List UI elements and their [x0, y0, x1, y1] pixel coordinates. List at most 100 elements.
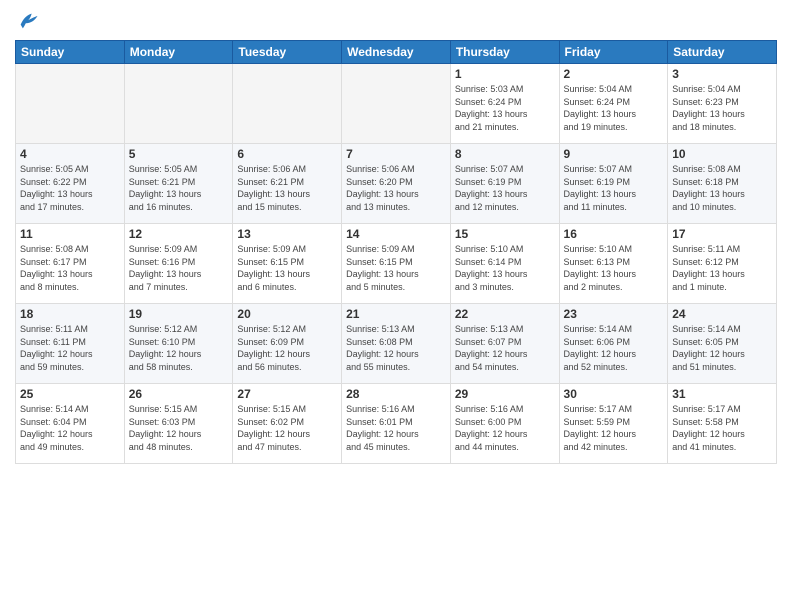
- calendar-cell: 1 Sunrise: 5:03 AM Sunset: 6:24 PM Daylig…: [450, 64, 559, 144]
- day-info: Sunrise: 5:15 AM Sunset: 6:03 PM Dayligh…: [129, 403, 229, 453]
- day-number: 31: [672, 387, 772, 401]
- day-number: 28: [346, 387, 446, 401]
- calendar-header-row: SundayMondayTuesdayWednesdayThursdayFrid…: [16, 41, 777, 64]
- day-number: 12: [129, 227, 229, 241]
- day-info: Sunrise: 5:06 AM Sunset: 6:20 PM Dayligh…: [346, 163, 446, 213]
- day-number: 30: [564, 387, 664, 401]
- calendar-cell: [124, 64, 233, 144]
- calendar-week-1: 1 Sunrise: 5:03 AM Sunset: 6:24 PM Daylig…: [16, 64, 777, 144]
- day-info: Sunrise: 5:14 AM Sunset: 6:05 PM Dayligh…: [672, 323, 772, 373]
- day-info: Sunrise: 5:06 AM Sunset: 6:21 PM Dayligh…: [237, 163, 337, 213]
- day-number: 29: [455, 387, 555, 401]
- calendar-week-3: 11Sunrise: 5:08 AM Sunset: 6:17 PM Dayli…: [16, 224, 777, 304]
- calendar-cell: 26 Sunrise: 5:15 AM Sunset: 6:03 PM Dayli…: [124, 384, 233, 464]
- calendar-cell: 10 Sunrise: 5:08 AM Sunset: 6:18 PM Dayli…: [668, 144, 777, 224]
- day-number: 24: [672, 307, 772, 321]
- calendar-cell: 23Sunrise: 5:14 AM Sunset: 6:06 PM Dayli…: [559, 304, 668, 384]
- day-header-saturday: Saturday: [668, 41, 777, 64]
- day-number: 8: [455, 147, 555, 161]
- calendar-cell: 11Sunrise: 5:08 AM Sunset: 6:17 PM Dayli…: [16, 224, 125, 304]
- day-number: 1: [455, 67, 555, 81]
- day-info: Sunrise: 5:11 AM Sunset: 6:11 PM Dayligh…: [20, 323, 120, 373]
- day-info: Sunrise: 5:10 AM Sunset: 6:14 PM Dayligh…: [455, 243, 555, 293]
- day-number: 5: [129, 147, 229, 161]
- calendar-cell: 28 Sunrise: 5:16 AM Sunset: 6:01 PM Dayli…: [342, 384, 451, 464]
- calendar-cell: [233, 64, 342, 144]
- day-info: Sunrise: 5:05 AM Sunset: 6:22 PM Dayligh…: [20, 163, 120, 213]
- calendar-cell: 14Sunrise: 5:09 AM Sunset: 6:15 PM Dayli…: [342, 224, 451, 304]
- day-number: 20: [237, 307, 337, 321]
- calendar-cell: 21Sunrise: 5:13 AM Sunset: 6:08 PM Dayli…: [342, 304, 451, 384]
- calendar-cell: 9 Sunrise: 5:07 AM Sunset: 6:19 PM Daylig…: [559, 144, 668, 224]
- calendar-cell: 5 Sunrise: 5:05 AM Sunset: 6:21 PM Daylig…: [124, 144, 233, 224]
- day-info: Sunrise: 5:07 AM Sunset: 6:19 PM Dayligh…: [564, 163, 664, 213]
- day-info: Sunrise: 5:13 AM Sunset: 6:08 PM Dayligh…: [346, 323, 446, 373]
- calendar-week-2: 4 Sunrise: 5:05 AM Sunset: 6:22 PM Daylig…: [16, 144, 777, 224]
- day-number: 17: [672, 227, 772, 241]
- day-number: 14: [346, 227, 446, 241]
- day-number: 3: [672, 67, 772, 81]
- day-info: Sunrise: 5:03 AM Sunset: 6:24 PM Dayligh…: [455, 83, 555, 133]
- calendar-cell: 25 Sunrise: 5:14 AM Sunset: 6:04 PM Dayli…: [16, 384, 125, 464]
- day-header-sunday: Sunday: [16, 41, 125, 64]
- calendar-cell: 19Sunrise: 5:12 AM Sunset: 6:10 PM Dayli…: [124, 304, 233, 384]
- day-info: Sunrise: 5:05 AM Sunset: 6:21 PM Dayligh…: [129, 163, 229, 213]
- day-number: 26: [129, 387, 229, 401]
- calendar-cell: 6 Sunrise: 5:06 AM Sunset: 6:21 PM Daylig…: [233, 144, 342, 224]
- logo: [15, 10, 39, 32]
- day-info: Sunrise: 5:07 AM Sunset: 6:19 PM Dayligh…: [455, 163, 555, 213]
- day-info: Sunrise: 5:17 AM Sunset: 5:59 PM Dayligh…: [564, 403, 664, 453]
- day-number: 18: [20, 307, 120, 321]
- calendar-cell: 31Sunrise: 5:17 AM Sunset: 5:58 PM Dayli…: [668, 384, 777, 464]
- day-header-wednesday: Wednesday: [342, 41, 451, 64]
- day-info: Sunrise: 5:16 AM Sunset: 6:00 PM Dayligh…: [455, 403, 555, 453]
- day-info: Sunrise: 5:14 AM Sunset: 6:06 PM Dayligh…: [564, 323, 664, 373]
- calendar-cell: 17 Sunrise: 5:11 AM Sunset: 6:12 PM Dayli…: [668, 224, 777, 304]
- day-info: Sunrise: 5:13 AM Sunset: 6:07 PM Dayligh…: [455, 323, 555, 373]
- day-info: Sunrise: 5:12 AM Sunset: 6:09 PM Dayligh…: [237, 323, 337, 373]
- calendar-cell: 16Sunrise: 5:10 AM Sunset: 6:13 PM Dayli…: [559, 224, 668, 304]
- day-info: Sunrise: 5:11 AM Sunset: 6:12 PM Dayligh…: [672, 243, 772, 293]
- day-number: 4: [20, 147, 120, 161]
- day-header-monday: Monday: [124, 41, 233, 64]
- day-number: 10: [672, 147, 772, 161]
- day-info: Sunrise: 5:15 AM Sunset: 6:02 PM Dayligh…: [237, 403, 337, 453]
- calendar-cell: 8 Sunrise: 5:07 AM Sunset: 6:19 PM Daylig…: [450, 144, 559, 224]
- calendar-week-5: 25 Sunrise: 5:14 AM Sunset: 6:04 PM Dayli…: [16, 384, 777, 464]
- day-number: 15: [455, 227, 555, 241]
- day-number: 7: [346, 147, 446, 161]
- calendar-cell: 24 Sunrise: 5:14 AM Sunset: 6:05 PM Dayli…: [668, 304, 777, 384]
- calendar-cell: [16, 64, 125, 144]
- day-header-thursday: Thursday: [450, 41, 559, 64]
- calendar-cell: 15 Sunrise: 5:10 AM Sunset: 6:14 PM Dayli…: [450, 224, 559, 304]
- day-info: Sunrise: 5:09 AM Sunset: 6:15 PM Dayligh…: [237, 243, 337, 293]
- calendar-cell: 30 Sunrise: 5:17 AM Sunset: 5:59 PM Dayli…: [559, 384, 668, 464]
- header: [15, 10, 777, 32]
- day-number: 6: [237, 147, 337, 161]
- calendar-cell: 12Sunrise: 5:09 AM Sunset: 6:16 PM Dayli…: [124, 224, 233, 304]
- page: SundayMondayTuesdayWednesdayThursdayFrid…: [0, 0, 792, 612]
- day-number: 25: [20, 387, 120, 401]
- day-number: 27: [237, 387, 337, 401]
- logo-text: [15, 10, 39, 32]
- day-info: Sunrise: 5:04 AM Sunset: 6:24 PM Dayligh…: [564, 83, 664, 133]
- calendar-cell: 7 Sunrise: 5:06 AM Sunset: 6:20 PM Daylig…: [342, 144, 451, 224]
- day-info: Sunrise: 5:04 AM Sunset: 6:23 PM Dayligh…: [672, 83, 772, 133]
- calendar-cell: 20 Sunrise: 5:12 AM Sunset: 6:09 PM Dayli…: [233, 304, 342, 384]
- calendar-cell: [342, 64, 451, 144]
- calendar-cell: 29 Sunrise: 5:16 AM Sunset: 6:00 PM Dayli…: [450, 384, 559, 464]
- day-info: Sunrise: 5:08 AM Sunset: 6:18 PM Dayligh…: [672, 163, 772, 213]
- calendar-cell: 4 Sunrise: 5:05 AM Sunset: 6:22 PM Daylig…: [16, 144, 125, 224]
- calendar-cell: 2Sunrise: 5:04 AM Sunset: 6:24 PM Daylig…: [559, 64, 668, 144]
- day-number: 13: [237, 227, 337, 241]
- calendar-cell: 18 Sunrise: 5:11 AM Sunset: 6:11 PM Dayli…: [16, 304, 125, 384]
- logo-bird-icon: [17, 10, 39, 32]
- calendar-cell: 22Sunrise: 5:13 AM Sunset: 6:07 PM Dayli…: [450, 304, 559, 384]
- calendar-cell: 27 Sunrise: 5:15 AM Sunset: 6:02 PM Dayli…: [233, 384, 342, 464]
- day-info: Sunrise: 5:16 AM Sunset: 6:01 PM Dayligh…: [346, 403, 446, 453]
- day-number: 11: [20, 227, 120, 241]
- day-info: Sunrise: 5:14 AM Sunset: 6:04 PM Dayligh…: [20, 403, 120, 453]
- day-info: Sunrise: 5:12 AM Sunset: 6:10 PM Dayligh…: [129, 323, 229, 373]
- day-number: 9: [564, 147, 664, 161]
- day-header-friday: Friday: [559, 41, 668, 64]
